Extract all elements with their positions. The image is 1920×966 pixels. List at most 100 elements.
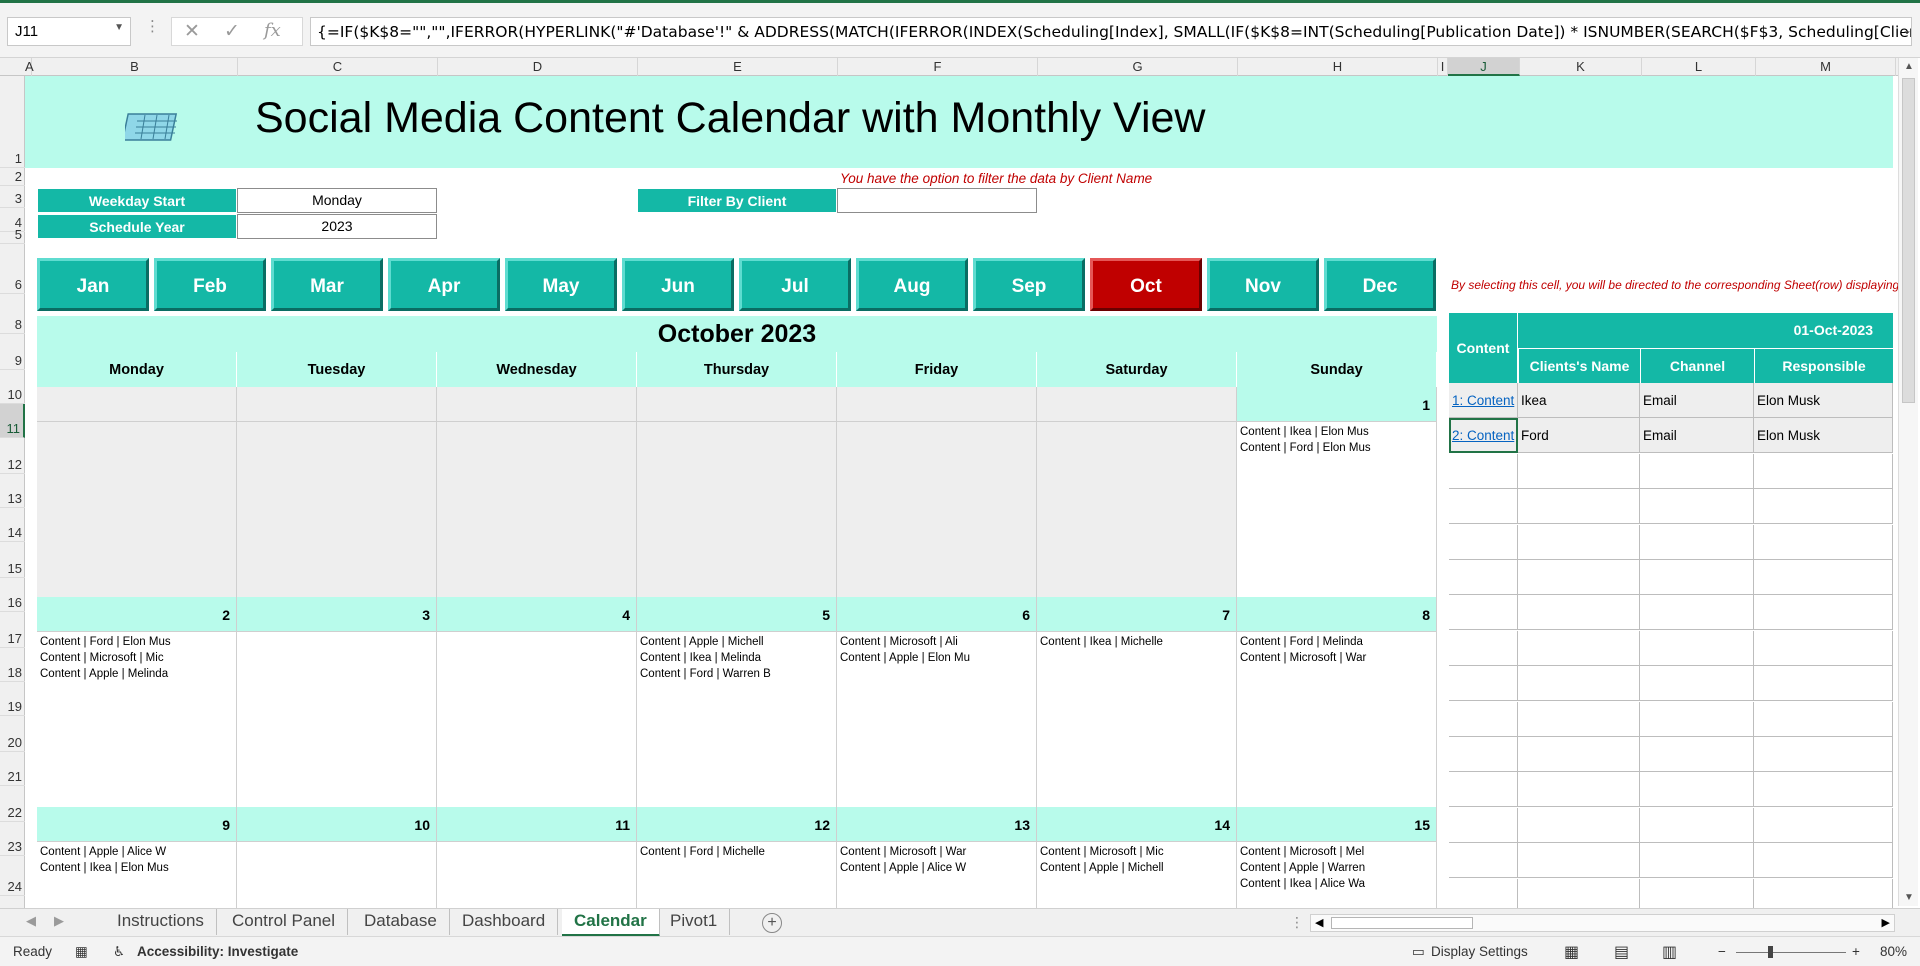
- month-button-feb[interactable]: Feb: [154, 258, 266, 311]
- table-cell[interactable]: [1640, 807, 1754, 843]
- table-cell[interactable]: [1754, 666, 1893, 702]
- add-sheet-icon[interactable]: +: [762, 913, 782, 933]
- column-header-d[interactable]: D: [438, 58, 638, 76]
- table-cell[interactable]: [1640, 843, 1754, 879]
- table-cell[interactable]: [1640, 595, 1754, 631]
- macro-record-icon[interactable]: ▦: [75, 944, 88, 960]
- column-header-l[interactable]: L: [1642, 58, 1756, 76]
- table-cell[interactable]: [1518, 630, 1640, 666]
- row-header-5[interactable]: 5: [0, 227, 25, 244]
- month-button-sep[interactable]: Sep: [973, 258, 1085, 311]
- column-header-g[interactable]: G: [1038, 58, 1238, 76]
- table-cell[interactable]: [1449, 701, 1518, 737]
- row-header-14[interactable]: 14: [0, 508, 25, 542]
- row-header-1[interactable]: 1: [0, 76, 25, 168]
- zoom-in-icon[interactable]: +: [1852, 944, 1860, 959]
- detail-cell-link[interactable]: 2: Content: [1449, 418, 1518, 454]
- table-cell[interactable]: [1754, 878, 1893, 908]
- column-header-c[interactable]: C: [238, 58, 438, 76]
- table-cell[interactable]: [1640, 524, 1754, 560]
- detail-cell-responsible[interactable]: Elon Musk: [1754, 383, 1893, 418]
- table-cell[interactable]: [1449, 453, 1518, 489]
- table-cell[interactable]: [1640, 772, 1754, 808]
- detail-cell-channel[interactable]: Email: [1640, 383, 1754, 418]
- row-header-19[interactable]: 19: [0, 682, 25, 716]
- row-header-10[interactable]: 10: [0, 370, 25, 404]
- table-cell[interactable]: [1518, 701, 1640, 737]
- table-cell[interactable]: [1518, 524, 1640, 560]
- row-header-12[interactable]: 12: [0, 438, 25, 474]
- row-header-8[interactable]: 8: [0, 294, 25, 334]
- normal-view-icon[interactable]: ▦: [1564, 942, 1579, 962]
- row-header-20[interactable]: 20: [0, 716, 25, 752]
- detail-cell-client[interactable]: Ikea: [1518, 383, 1640, 418]
- day-cell[interactable]: Content | Microsoft | War Content | Apple…: [837, 842, 1037, 908]
- row-header-21[interactable]: 21: [0, 752, 25, 786]
- day-cell[interactable]: Content | Ford | Melinda Content | Micros…: [1237, 632, 1437, 808]
- cancel-icon[interactable]: ✕: [184, 20, 200, 43]
- table-cell[interactable]: [1449, 666, 1518, 702]
- scroll-right-icon[interactable]: ▶: [1882, 916, 1890, 929]
- month-button-jun[interactable]: Jun: [622, 258, 734, 311]
- day-cell[interactable]: [437, 842, 637, 908]
- day-cell[interactable]: [37, 422, 237, 598]
- day-cell[interactable]: Content | Microsoft | Mel Content | Apple…: [1237, 842, 1437, 908]
- day-cell[interactable]: [437, 632, 637, 808]
- table-cell[interactable]: [1449, 560, 1518, 595]
- horizontal-scroll-thumb[interactable]: [1331, 917, 1473, 929]
- table-cell[interactable]: [1640, 560, 1754, 595]
- month-button-aug[interactable]: Aug: [856, 258, 968, 311]
- table-cell[interactable]: [1518, 489, 1640, 525]
- table-cell[interactable]: [1640, 489, 1754, 525]
- table-cell[interactable]: [1754, 807, 1893, 843]
- expand-formula-icon[interactable]: ⌄: [1902, 23, 1912, 37]
- month-button-apr[interactable]: Apr: [388, 258, 500, 311]
- scroll-up-icon[interactable]: ▲: [1904, 61, 1914, 72]
- day-cell[interactable]: Content | Apple | Michell Content | Ikea …: [637, 632, 837, 808]
- tab-next-icon[interactable]: ▶: [54, 913, 64, 929]
- table-cell[interactable]: [1518, 595, 1640, 631]
- zoom-slider-handle[interactable]: [1768, 946, 1773, 958]
- table-cell[interactable]: [1754, 843, 1893, 879]
- vertical-scroll-thumb[interactable]: [1902, 78, 1915, 403]
- row-header-22[interactable]: 22: [0, 786, 25, 822]
- table-cell[interactable]: [1640, 701, 1754, 737]
- zoom-out-icon[interactable]: −: [1718, 944, 1726, 959]
- table-cell[interactable]: [1518, 807, 1640, 843]
- sheet-tab-dashboard[interactable]: Dashboard: [450, 909, 559, 935]
- table-cell[interactable]: [1754, 595, 1893, 631]
- column-header-k[interactable]: K: [1520, 58, 1642, 76]
- accessibility-status[interactable]: Accessibility: Investigate: [137, 944, 298, 959]
- month-button-dec[interactable]: Dec: [1324, 258, 1436, 311]
- schedule-year-value[interactable]: 2023: [237, 214, 437, 239]
- chevron-down-icon[interactable]: ▼: [114, 22, 124, 33]
- day-cell[interactable]: Content | Ikea | Michelle: [1037, 632, 1237, 808]
- sheet-tab-control-panel[interactable]: Control Panel: [220, 909, 349, 935]
- column-header-f[interactable]: F: [838, 58, 1038, 76]
- day-cell[interactable]: Content | Apple | Alice W Content | Ikea …: [37, 842, 237, 908]
- column-header-m[interactable]: M: [1756, 58, 1896, 76]
- table-cell[interactable]: [1449, 772, 1518, 808]
- row-header-16[interactable]: 16: [0, 578, 25, 612]
- table-cell[interactable]: [1449, 843, 1518, 879]
- zoom-level[interactable]: 80%: [1880, 944, 1907, 959]
- display-settings-button[interactable]: Display Settings: [1431, 944, 1528, 959]
- table-cell[interactable]: [1449, 878, 1518, 908]
- column-header-a[interactable]: A: [25, 58, 34, 76]
- table-cell[interactable]: [1754, 524, 1893, 560]
- table-cell[interactable]: [1518, 878, 1640, 908]
- insert-function-icon[interactable]: fx: [264, 20, 281, 41]
- month-button-mar[interactable]: Mar: [271, 258, 383, 311]
- month-button-jan[interactable]: Jan: [37, 258, 149, 311]
- table-cell[interactable]: [1640, 630, 1754, 666]
- table-cell[interactable]: [1518, 737, 1640, 772]
- formula-input[interactable]: {=IF($K$8="","",IFERROR(HYPERLINK("#'Dat…: [310, 17, 1912, 46]
- column-header-i[interactable]: I: [1438, 58, 1448, 76]
- table-cell[interactable]: [1754, 737, 1893, 772]
- table-cell[interactable]: [1754, 489, 1893, 525]
- day-cell[interactable]: [237, 842, 437, 908]
- day-cell[interactable]: [637, 422, 837, 598]
- table-cell[interactable]: [1518, 453, 1640, 489]
- row-header-2[interactable]: 2: [0, 168, 25, 186]
- day-cell[interactable]: [237, 632, 437, 808]
